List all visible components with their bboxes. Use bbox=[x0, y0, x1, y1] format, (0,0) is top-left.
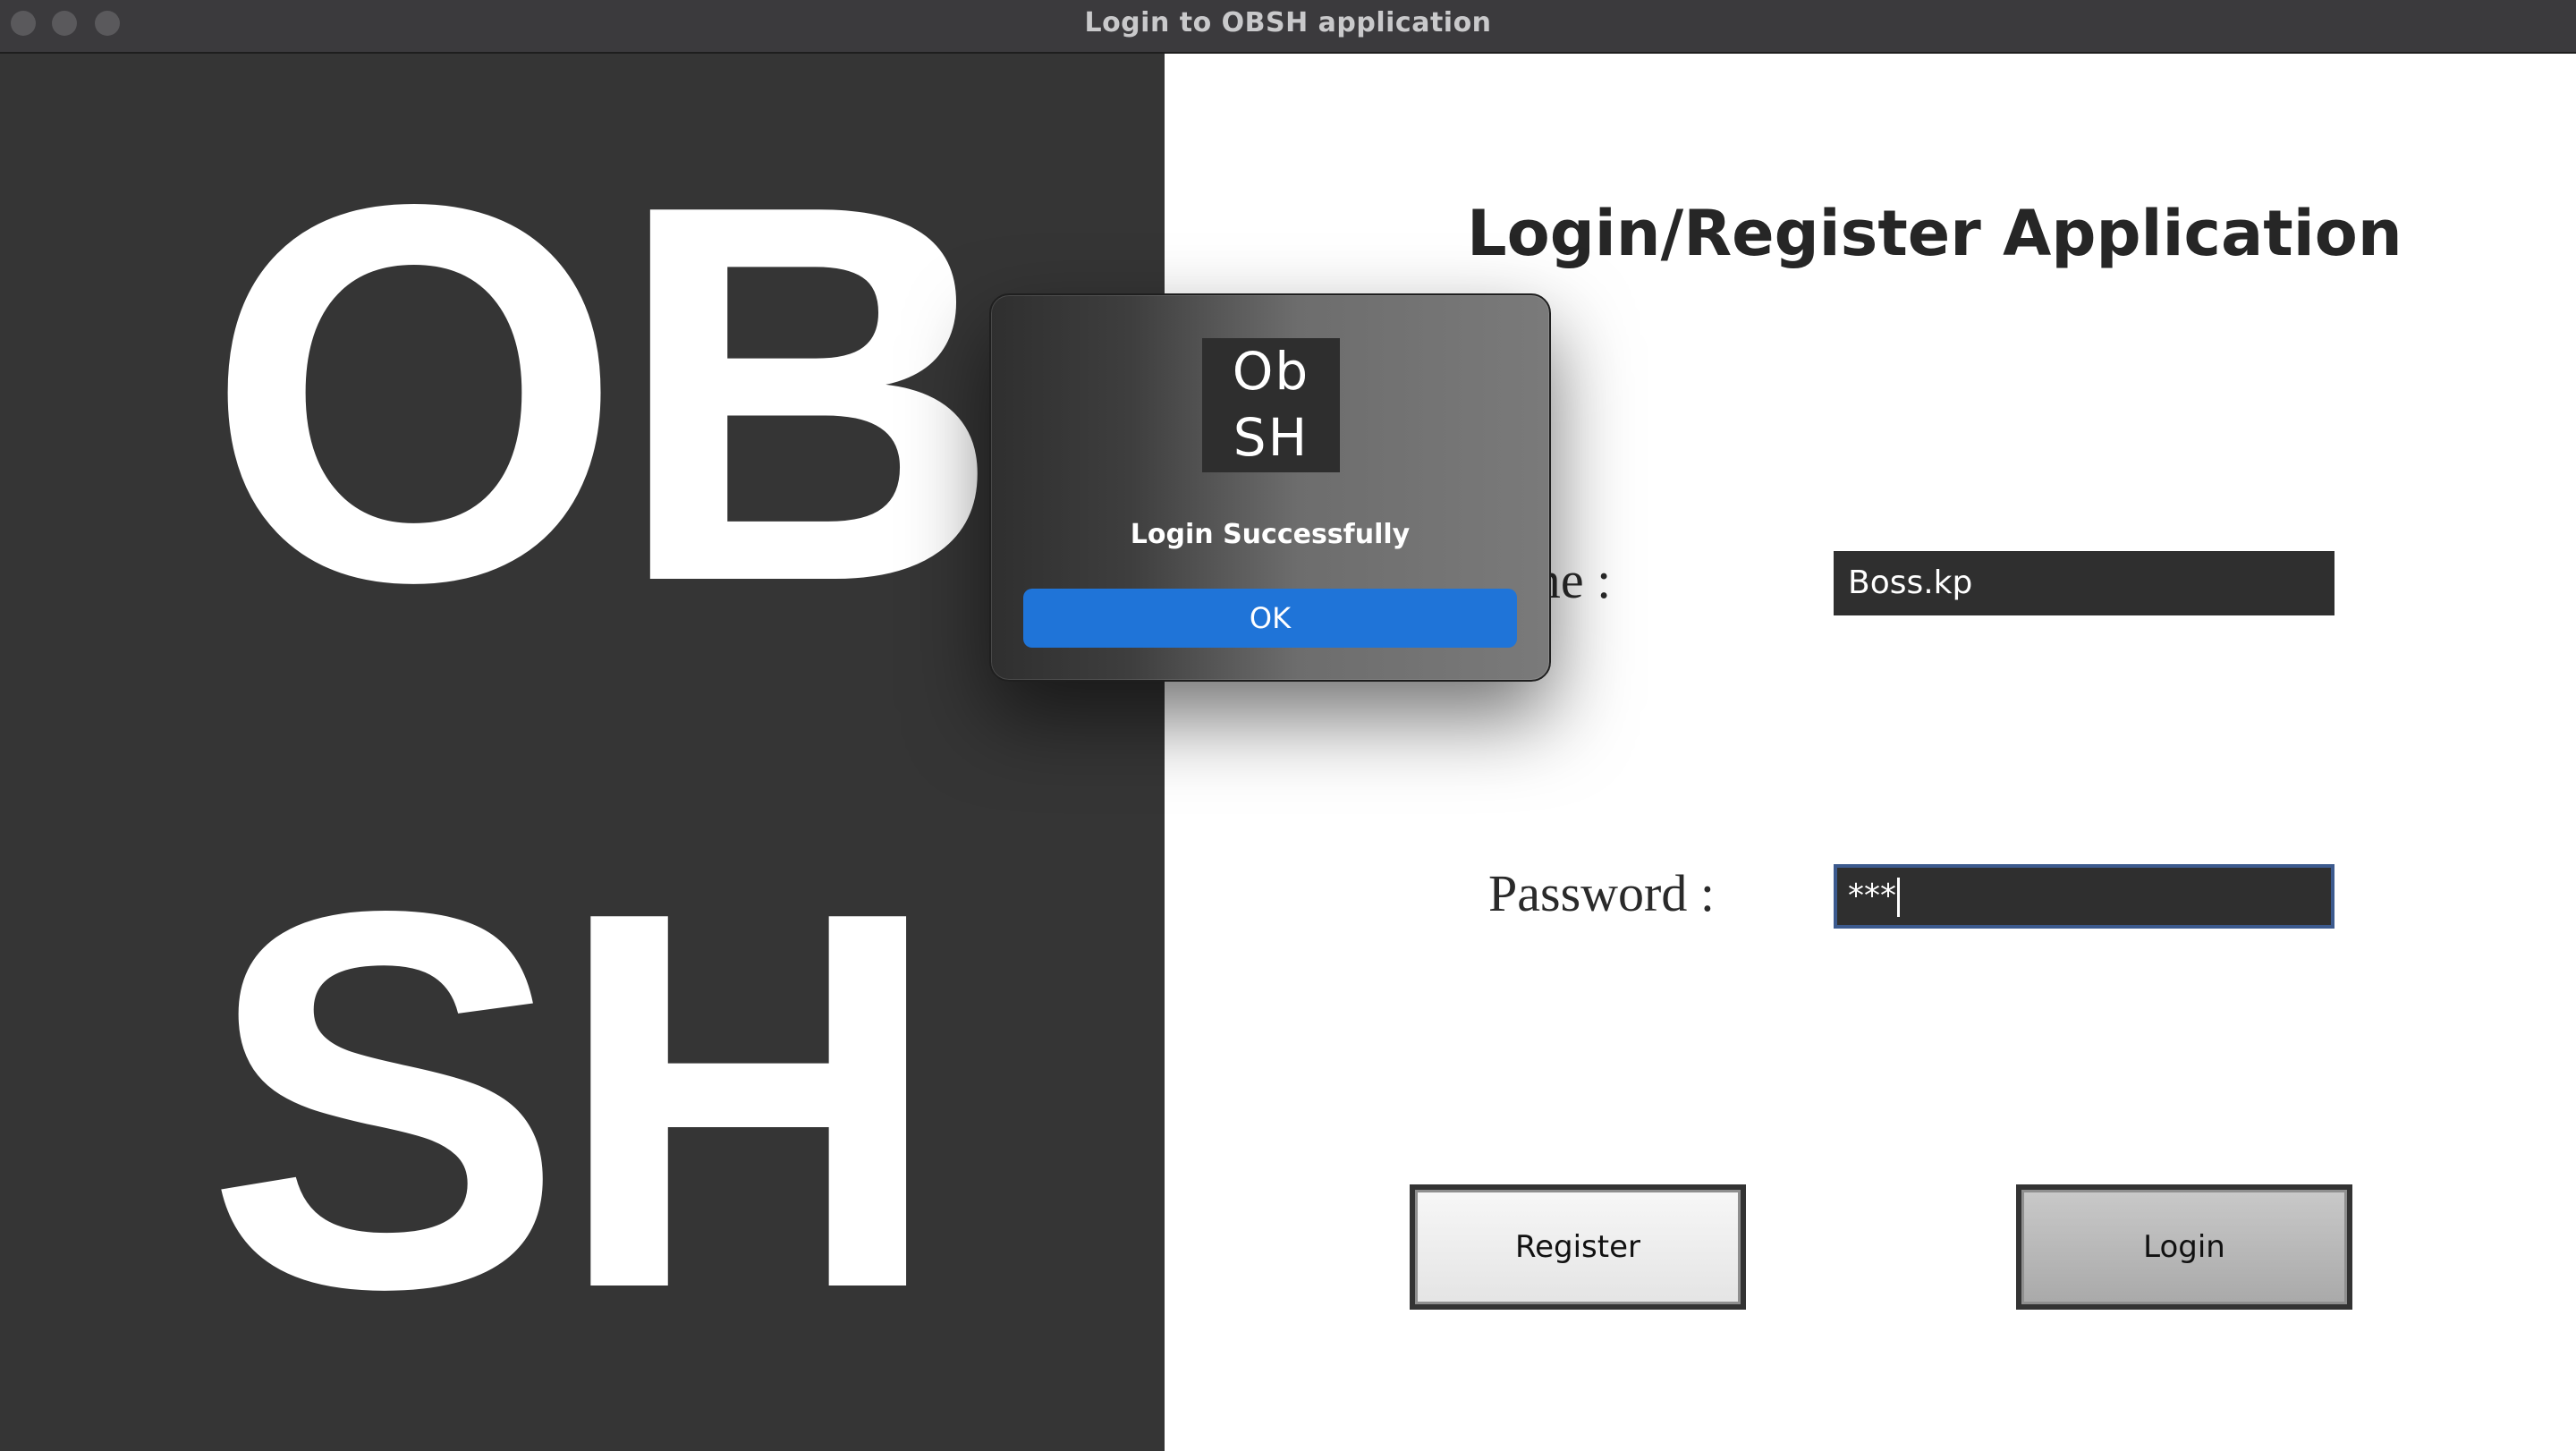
text-caret bbox=[1897, 878, 1900, 917]
page-title: Login/Register Application bbox=[1467, 197, 2402, 270]
window-titlebar: Login to OBSH application bbox=[0, 0, 2576, 54]
username-value: Boss.kp bbox=[1848, 564, 1973, 601]
logo-text-sh: SH bbox=[206, 801, 942, 1400]
password-value: *** bbox=[1848, 878, 1896, 914]
login-button[interactable]: Login bbox=[2016, 1184, 2352, 1310]
password-label: Password : bbox=[1488, 864, 1715, 922]
dialog-message: Login Successfully bbox=[1130, 519, 1411, 550]
app-logo-icon: Ob SH bbox=[1202, 338, 1340, 472]
logo-text-ob: OB bbox=[206, 94, 1002, 693]
register-button[interactable]: Register bbox=[1410, 1184, 1746, 1310]
window-title: Login to OBSH application bbox=[1084, 7, 1492, 38]
app-logo-icon-line1: Ob bbox=[1232, 341, 1310, 402]
ok-button[interactable]: OK bbox=[1023, 589, 1517, 648]
login-success-dialog: Ob SH Login Successfully OK bbox=[989, 293, 1551, 682]
username-field[interactable]: Boss.kp bbox=[1834, 551, 2334, 615]
password-field[interactable]: *** bbox=[1834, 864, 2334, 929]
app-logo-icon-line2: SH bbox=[1233, 407, 1309, 468]
